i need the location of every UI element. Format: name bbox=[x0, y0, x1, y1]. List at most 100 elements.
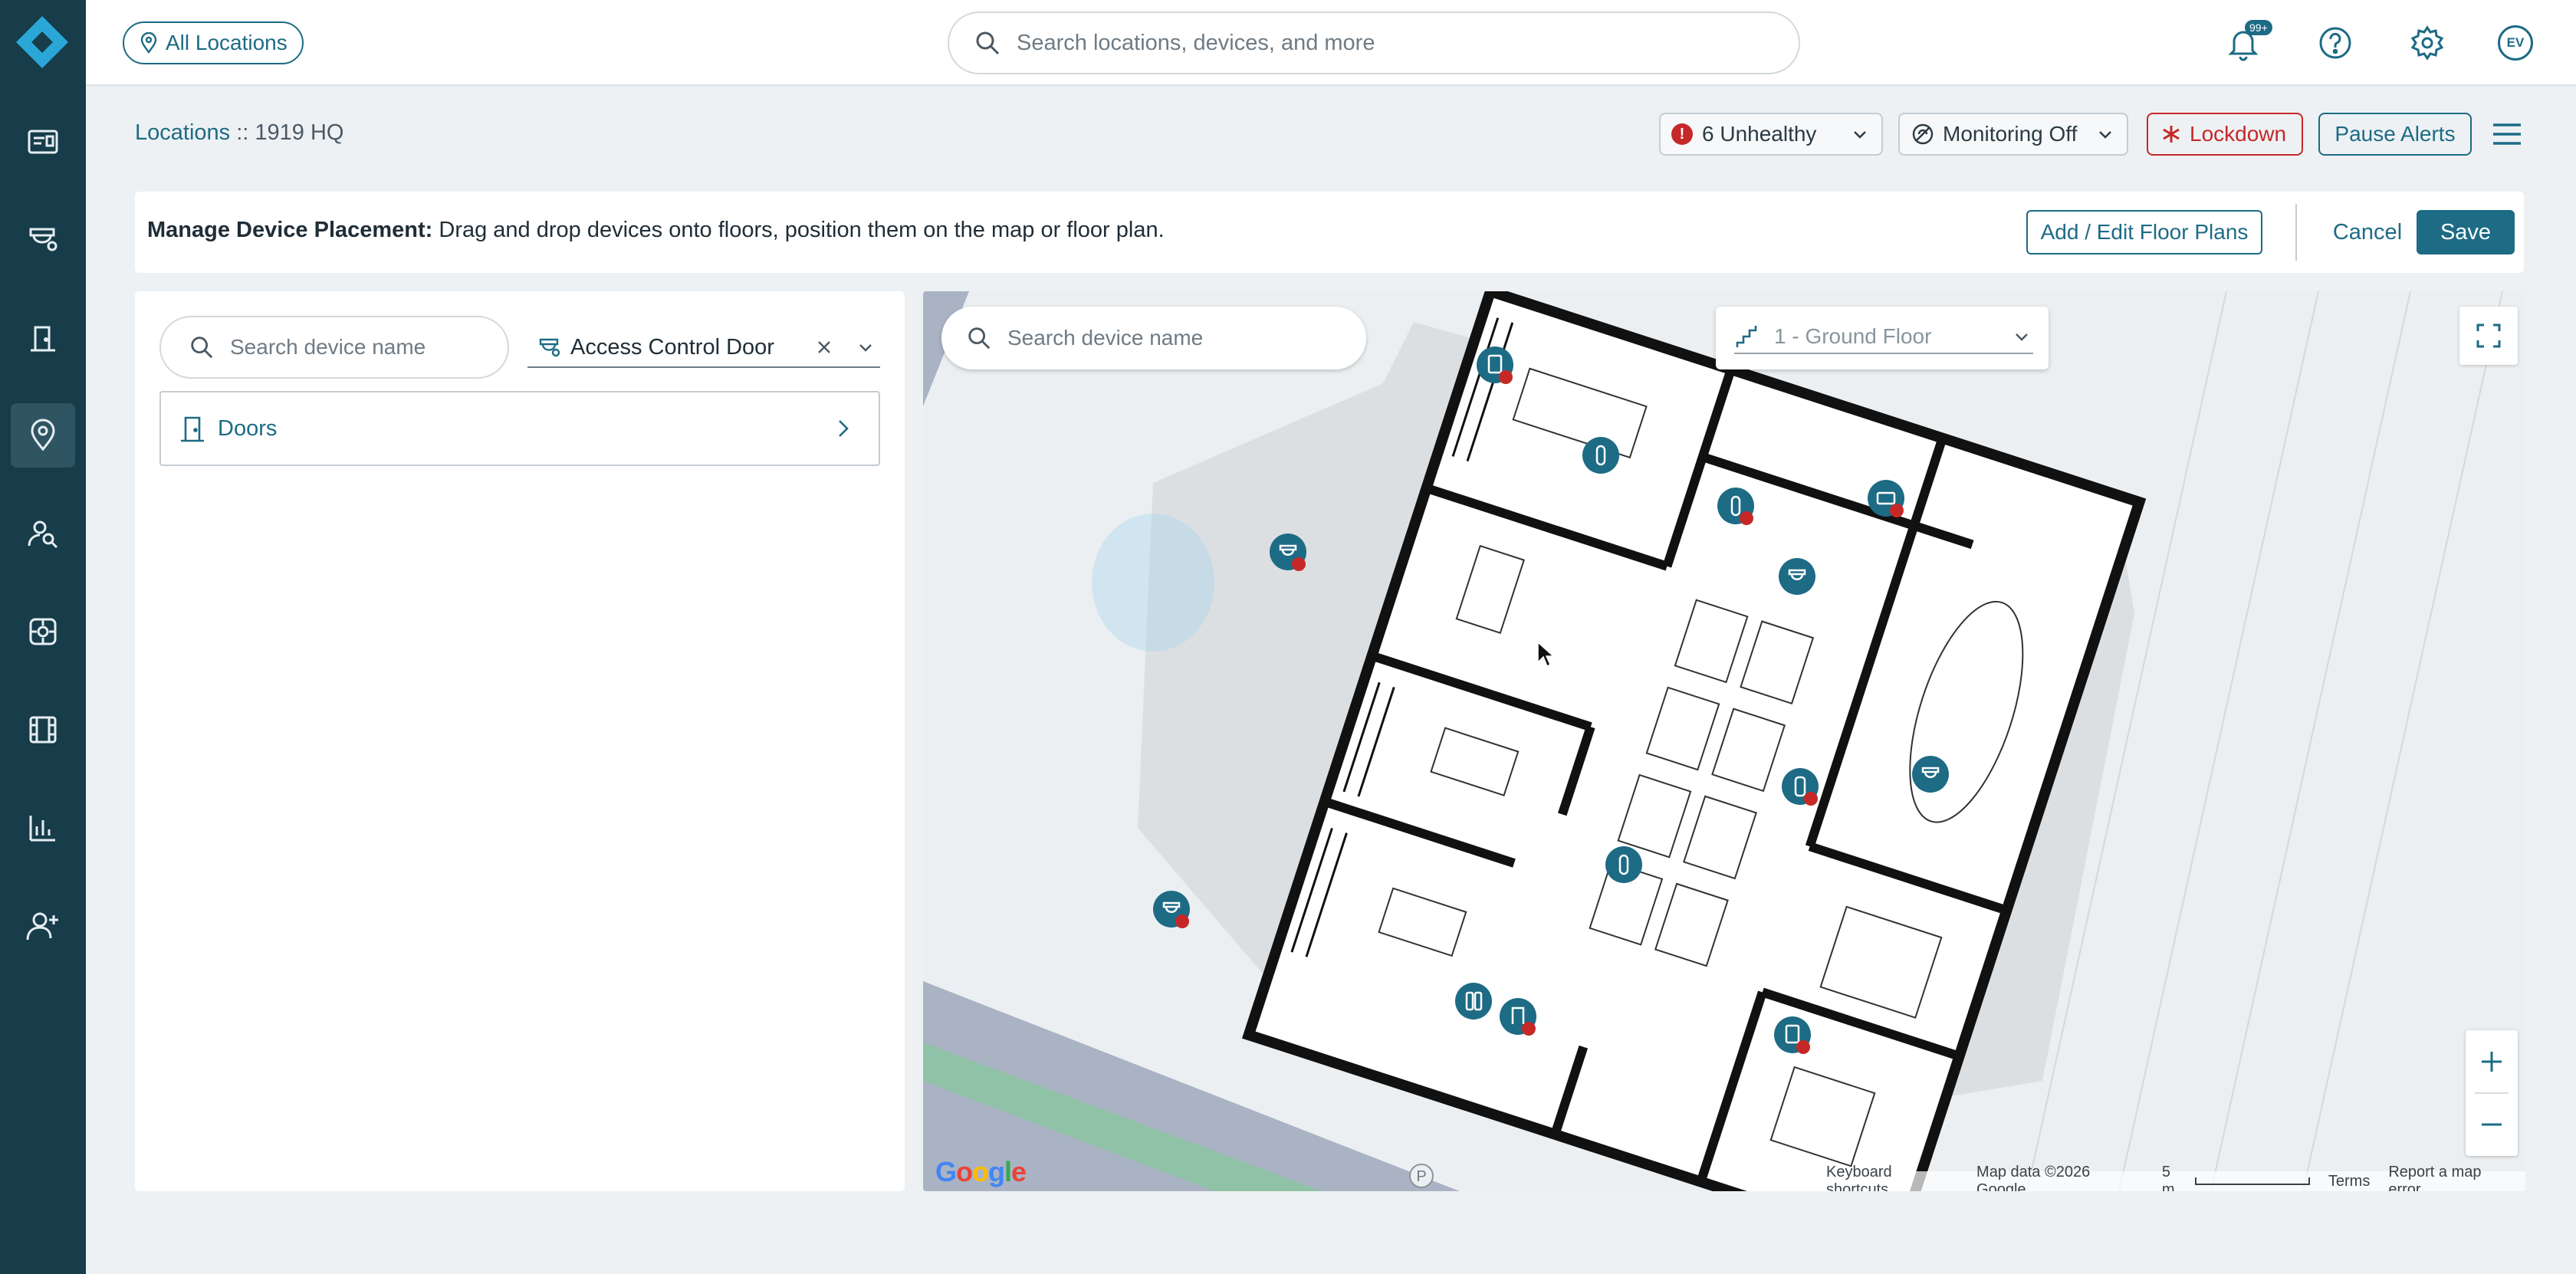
monitoring-off-icon bbox=[1912, 123, 1934, 145]
breadcrumb-separator: :: bbox=[230, 120, 255, 145]
fullscreen-button[interactable] bbox=[2459, 307, 2518, 365]
device-pin-access-door[interactable] bbox=[1268, 532, 1308, 572]
device-pin-intercom[interactable] bbox=[1780, 767, 1820, 806]
device-search-input[interactable] bbox=[230, 335, 506, 360]
chevron-down-icon[interactable] bbox=[854, 336, 877, 359]
chevron-right-icon bbox=[839, 420, 849, 437]
device-type-value: Access Control Door bbox=[570, 334, 774, 360]
floor-select-value: 1 - Ground Floor bbox=[1774, 324, 1932, 348]
device-pin-lock[interactable] bbox=[1604, 845, 1644, 885]
menu-icon[interactable] bbox=[2490, 119, 2524, 149]
map-panel[interactable]: P 1 - Ground Floor Google Keyboard short… bbox=[923, 291, 2525, 1191]
device-pin-access-door[interactable] bbox=[1911, 754, 1950, 794]
access-door-icon bbox=[539, 338, 560, 357]
device-pin-door[interactable] bbox=[1498, 997, 1538, 1036]
access-door-icon bbox=[1153, 891, 1190, 928]
mouse-cursor-icon bbox=[1537, 641, 1555, 668]
doors-group-row[interactable]: Doors bbox=[159, 391, 880, 466]
lock-device-icon bbox=[1717, 488, 1754, 525]
zoom-out-button[interactable] bbox=[2466, 1093, 2518, 1156]
unhealthy-label: 6 Unhealthy bbox=[1702, 122, 1817, 146]
banner-description: Drag and drop devices onto floors, posit… bbox=[432, 218, 1165, 242]
access-icon[interactable] bbox=[11, 306, 75, 370]
chevron-down-icon bbox=[2016, 333, 2028, 341]
app-logo[interactable] bbox=[15, 15, 70, 70]
zoom-controls bbox=[2466, 1030, 2518, 1156]
reader-icon bbox=[1774, 1016, 1811, 1054]
search-icon bbox=[968, 327, 991, 350]
settings-button[interactable] bbox=[2406, 21, 2449, 64]
door-icon bbox=[181, 416, 204, 442]
stairs-icon bbox=[1736, 326, 1757, 347]
chevron-down-icon bbox=[1854, 131, 1866, 139]
notifications-button[interactable]: 99+ bbox=[2222, 20, 2272, 64]
map-device-search[interactable] bbox=[941, 307, 1366, 369]
zoom-in-button[interactable] bbox=[2466, 1030, 2518, 1093]
top-bar: All Locations 99+ EV bbox=[86, 0, 2576, 86]
terms-link[interactable]: Terms bbox=[2328, 1173, 2370, 1190]
search-icon bbox=[191, 337, 213, 359]
lockdown-button[interactable]: Lockdown bbox=[2147, 113, 2303, 156]
device-pin-panel[interactable] bbox=[1454, 981, 1493, 1021]
locations-icon[interactable] bbox=[11, 403, 75, 468]
map-data-text: Map data ©2026 Google bbox=[1976, 1164, 2091, 1191]
avatar[interactable]: EV bbox=[2498, 25, 2533, 61]
help-button[interactable] bbox=[2314, 21, 2357, 64]
device-pin-camera[interactable] bbox=[1866, 478, 1906, 518]
google-logo: Google bbox=[935, 1156, 1027, 1187]
monitoring-dropdown[interactable]: Monitoring Off bbox=[1898, 113, 2128, 156]
scale-label: 5 m bbox=[2161, 1164, 2175, 1191]
breadcrumb-current: 1919 HQ bbox=[255, 120, 344, 145]
device-pin-reader[interactable] bbox=[1773, 1015, 1812, 1055]
device-pin-lock[interactable] bbox=[1716, 486, 1756, 526]
floor-select-field[interactable]: 1 - Ground Floor bbox=[1734, 320, 2033, 354]
pause-alerts-button[interactable]: Pause Alerts bbox=[2318, 113, 2472, 156]
device-pin-access-door[interactable] bbox=[1777, 557, 1817, 596]
device-pin-lock[interactable] bbox=[1581, 435, 1621, 475]
cancel-button[interactable]: Cancel bbox=[2318, 210, 2417, 254]
minus-icon bbox=[2482, 1123, 2502, 1126]
gear-icon bbox=[2410, 25, 2444, 61]
panel-icon bbox=[1455, 983, 1492, 1020]
scale-bar[interactable]: 5 m bbox=[2162, 1164, 2310, 1191]
global-search[interactable] bbox=[948, 11, 1800, 74]
scale-line bbox=[2195, 1177, 2310, 1185]
save-button[interactable]: Save bbox=[2417, 210, 2515, 254]
chevron-down-icon bbox=[2099, 131, 2111, 139]
users-icon[interactable] bbox=[11, 894, 75, 958]
all-locations-button[interactable]: All Locations bbox=[123, 21, 304, 64]
devices-icon[interactable] bbox=[11, 208, 75, 272]
video-icon[interactable] bbox=[11, 698, 75, 762]
lockdown-label: Lockdown bbox=[2190, 122, 2287, 146]
lock-device-icon bbox=[1582, 437, 1619, 474]
unhealthy-dropdown[interactable]: ! 6 Unhealthy bbox=[1659, 113, 1883, 156]
keyboard-shortcuts-link[interactable]: Keyboard shortcuts bbox=[1826, 1164, 1958, 1191]
device-search[interactable] bbox=[159, 316, 509, 379]
location-pin-icon bbox=[140, 32, 157, 54]
breadcrumb-locations-link[interactable]: Locations bbox=[135, 120, 230, 145]
error-icon: ! bbox=[1671, 123, 1693, 145]
notifications-badge: 99+ bbox=[2245, 20, 2272, 35]
device-type-select[interactable]: Access Control Door bbox=[527, 328, 880, 368]
device-pin-access-door[interactable] bbox=[1152, 889, 1191, 929]
plus-icon bbox=[2482, 1052, 2502, 1072]
clear-icon[interactable] bbox=[814, 337, 834, 357]
device-pin-reader[interactable] bbox=[1475, 345, 1515, 385]
edit-floor-plans-button[interactable]: Add / Edit Floor Plans bbox=[2026, 210, 2262, 254]
banner-title: Manage Device Placement: bbox=[147, 218, 433, 242]
floor-select[interactable]: 1 - Ground Floor bbox=[1716, 307, 2049, 369]
report-map-error-link[interactable]: Report a map error bbox=[2388, 1164, 2518, 1191]
reports-icon[interactable] bbox=[11, 796, 75, 860]
help-icon bbox=[2319, 27, 2351, 59]
lockdown-asterisk-icon bbox=[2163, 126, 2180, 143]
global-search-input[interactable] bbox=[1017, 30, 1753, 56]
breadcrumb: Locations :: 1919 HQ bbox=[135, 120, 343, 146]
monitoring-label: Monitoring Off bbox=[1943, 122, 2078, 146]
floor-plan-map[interactable]: P bbox=[923, 291, 2525, 1191]
device-placement-banner: Manage Device Placement: Drag and drop d… bbox=[135, 192, 2524, 273]
dashboard-icon[interactable] bbox=[11, 110, 75, 174]
map-search-input[interactable] bbox=[1007, 326, 1345, 350]
people-search-icon[interactable] bbox=[11, 501, 75, 566]
lock-device-icon bbox=[1605, 846, 1642, 883]
integrations-icon[interactable] bbox=[11, 599, 75, 664]
